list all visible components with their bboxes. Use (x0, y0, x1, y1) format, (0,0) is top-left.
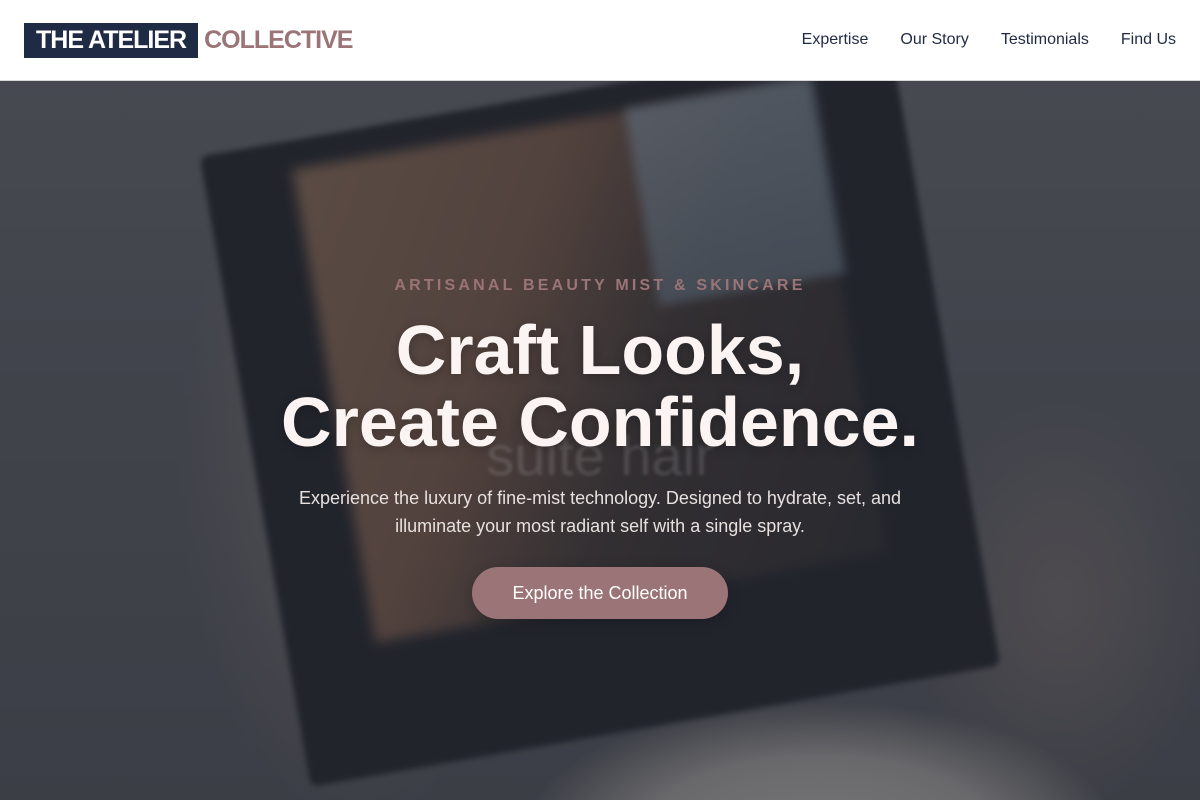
nav-link-testimonials[interactable]: Testimonials (1001, 31, 1089, 49)
hero-headline-line-1: Craft Looks, (395, 311, 805, 389)
nav-link-expertise[interactable]: Expertise (802, 31, 869, 49)
nav-link-our-story[interactable]: Our Story (900, 31, 968, 49)
hero-section: suite hair ARTISANAL BEAUTY MIST & SKINC… (0, 81, 1200, 800)
hero-headline: Craft Looks, Create Confidence. (0, 314, 1200, 458)
hero-eyebrow: ARTISANAL BEAUTY MIST & SKINCARE (394, 277, 806, 294)
logo[interactable]: THE ATELIER COLLECTIVE (24, 22, 353, 58)
main-nav: Expertise Our Story Testimonials Find Us (802, 31, 1176, 49)
explore-collection-button[interactable]: Explore the Collection (472, 567, 728, 619)
nav-link-find-us[interactable]: Find Us (1121, 31, 1176, 49)
logo-primary-text: THE ATELIER (24, 22, 199, 58)
hero-headline-line-2: Create Confidence. (281, 383, 919, 461)
logo-secondary-text: COLLECTIVE (204, 26, 353, 54)
hero-subtitle: Experience the luxury of fine-mist techn… (299, 488, 901, 536)
site-header: THE ATELIER COLLECTIVE Expertise Our Sto… (0, 0, 1200, 81)
